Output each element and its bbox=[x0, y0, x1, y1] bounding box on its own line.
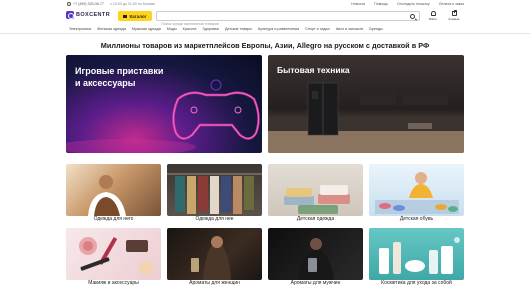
nav-item-health[interactable]: Здоровье bbox=[202, 27, 218, 31]
cart-label: Корзина bbox=[448, 17, 460, 21]
nav-item-beauty[interactable]: Красота bbox=[183, 27, 197, 31]
phone-number: +7 (499) 325-08-77 bbox=[73, 2, 104, 6]
category-label: Детская обувь bbox=[399, 216, 434, 222]
category-label: Детская одежда bbox=[296, 216, 335, 222]
top-link-news[interactable]: Новости bbox=[351, 2, 365, 6]
clothes-rack-photo bbox=[167, 173, 262, 214]
search-bar bbox=[156, 11, 420, 29]
folded-clothes-photo bbox=[284, 185, 350, 214]
banner-title: Игровые приставки и аксессуары bbox=[75, 66, 164, 88]
top-links: Новости Помощь Отследить посылку Оплата … bbox=[351, 2, 464, 6]
search-icon[interactable] bbox=[410, 14, 415, 19]
category-tile-kids-shoes[interactable] bbox=[369, 164, 464, 216]
user-icon bbox=[430, 11, 436, 16]
man-photo bbox=[88, 175, 126, 216]
nav-item-mods[interactable]: Моды bbox=[167, 27, 177, 31]
skincare-products-photo bbox=[379, 237, 460, 274]
logo[interactable]: BOXCENTR bbox=[66, 11, 110, 19]
perfume-man-photo bbox=[298, 238, 334, 280]
category-tile-mens-clothing[interactable] bbox=[66, 164, 161, 216]
banner-game-consoles[interactable]: Игровые приставки и аксессуары bbox=[66, 55, 262, 153]
header: BOXCENTR Каталог Войти Корзина bbox=[0, 9, 530, 29]
nav-item-brands[interactable]: Бренды bbox=[369, 27, 382, 31]
category-tile-mens-fragrance[interactable] bbox=[268, 228, 363, 280]
category-label: Макияж и аксессуары bbox=[88, 280, 139, 286]
menu-icon bbox=[123, 14, 128, 18]
cart-icon bbox=[451, 10, 458, 16]
catalog-button[interactable]: Каталог bbox=[118, 11, 152, 21]
nav-item-mens-clothing[interactable]: Мужская одежда bbox=[132, 27, 161, 31]
catalog-label: Каталог bbox=[129, 13, 147, 19]
category-label: Одежда для нее bbox=[195, 216, 234, 222]
banner-home-appliances[interactable]: Бытовая техника bbox=[268, 55, 464, 153]
logo-icon bbox=[66, 11, 74, 19]
category-label: Одежда для него bbox=[93, 216, 134, 222]
banner-title: Бытовая техника bbox=[277, 65, 350, 75]
cart-button[interactable]: Корзина bbox=[444, 10, 464, 24]
logo-text: BOXCENTR bbox=[76, 12, 111, 18]
top-link-payment[interactable]: Оплата и заказ bbox=[439, 2, 464, 6]
nav-item-sport[interactable]: Спорт и отдых bbox=[305, 27, 330, 31]
category-tile-womens-fragrance[interactable] bbox=[167, 228, 262, 280]
working-hours: с 10:00 до 21:00 по Москве bbox=[110, 2, 156, 6]
nav-item-womens-clothing[interactable]: Женская одежда bbox=[97, 27, 126, 31]
page-title: Миллионы товаров из маркетплейсов Европы… bbox=[100, 41, 430, 50]
category-label: Ароматы для женщин bbox=[189, 280, 240, 286]
nav-item-auto[interactable]: Авто и запчасти bbox=[336, 27, 363, 31]
login-button[interactable]: Войти bbox=[423, 10, 443, 24]
category-tile-womens-clothing[interactable] bbox=[167, 164, 262, 216]
nav-item-kids[interactable]: Детские товары bbox=[225, 27, 252, 31]
kid-shoes-photo bbox=[375, 172, 459, 214]
category-tile-skincare[interactable] bbox=[369, 228, 464, 280]
makeup-photo bbox=[79, 237, 153, 275]
perfume-woman-photo bbox=[191, 236, 231, 280]
category-nav: Электроника Женская одежда Мужская одежд… bbox=[0, 25, 530, 34]
category-label: Ароматы для мужчин bbox=[290, 280, 341, 286]
category-tile-makeup[interactable] bbox=[66, 228, 161, 280]
nav-item-electronics[interactable]: Электроника bbox=[69, 27, 91, 31]
top-bar: +7 (499) 325-08-77 с 10:00 до 21:00 по М… bbox=[0, 0, 530, 9]
category-label: Косметика для ухода за собой bbox=[381, 280, 452, 286]
top-link-help[interactable]: Помощь bbox=[374, 2, 388, 6]
top-link-tracking[interactable]: Отследить посылку bbox=[397, 2, 430, 6]
login-label: Войти bbox=[429, 17, 437, 21]
phone-link[interactable]: +7 (499) 325-08-77 bbox=[67, 2, 104, 6]
nav-item-culture[interactable]: Культура и развлечения bbox=[258, 27, 299, 31]
category-tile-kids-clothing[interactable] bbox=[268, 164, 363, 216]
phone-icon bbox=[67, 2, 71, 6]
